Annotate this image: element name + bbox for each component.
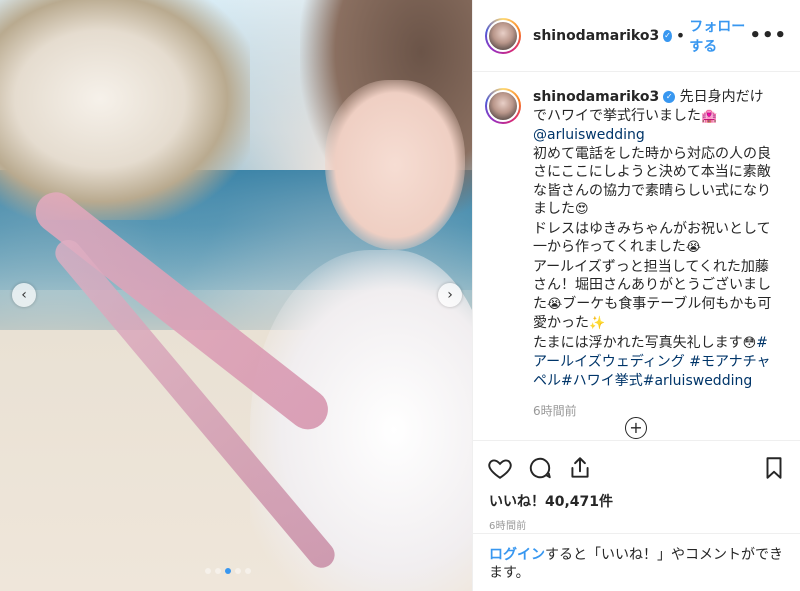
- login-link[interactable]: ログイン: [489, 547, 545, 563]
- chevron-right-icon: ›: [447, 287, 453, 303]
- more-options-icon[interactable]: •••: [749, 25, 787, 46]
- post-photo[interactable]: ‹ ›: [0, 0, 472, 591]
- carousel-dot-active: [225, 568, 231, 574]
- post-timestamp[interactable]: 6時間前: [473, 511, 800, 532]
- carousel-prev-button[interactable]: ‹: [12, 283, 36, 307]
- carousel-dot: [215, 568, 221, 574]
- username-link[interactable]: shinodamariko3: [533, 28, 659, 44]
- photo-face-region: [325, 80, 465, 250]
- flushed-emoji-icon: 😳: [742, 335, 757, 351]
- caption-line: 初めて電話をした時から対応の人の良さにここにしようと決めて本当に素敵な皆さんの協…: [533, 145, 771, 218]
- crying-emoji-icon: 😭: [547, 296, 563, 312]
- post-side-panel: shinodamariko3 ✓ • フォローする ••• shinodamar…: [472, 0, 800, 591]
- avatar[interactable]: [485, 17, 521, 54]
- carousel-dots: [205, 568, 251, 574]
- caption-line: ブーケも食事テーブル何もかも可愛かった: [533, 295, 772, 332]
- carousel-dot: [245, 568, 251, 574]
- follow-button[interactable]: フォローする: [689, 16, 749, 56]
- love-hotel-emoji-icon: 🏩: [701, 108, 718, 124]
- chevron-left-icon: ‹: [21, 287, 27, 303]
- caption-text: shinodamariko3 ✓ 先日身内だけでハワイで挙式行いました🏩 @arl…: [533, 88, 773, 421]
- post-actions-section: いいね！40,471件 6時間前: [473, 440, 800, 532]
- bookmark-icon[interactable]: [761, 455, 787, 481]
- login-prompt: ログインすると「いいね！」やコメントができます。: [473, 533, 800, 591]
- share-icon[interactable]: [567, 455, 593, 481]
- crying-emoji-icon: 😭: [685, 240, 702, 255]
- instagram-post-modal: ‹ › shinodamariko3 ✓ • フォローする ••• shinod…: [0, 0, 800, 591]
- likes-count[interactable]: いいね！40,471件: [473, 485, 800, 511]
- plus-circle-icon: +: [629, 418, 643, 437]
- carousel-next-button[interactable]: ›: [438, 283, 462, 307]
- heart-icon[interactable]: [487, 455, 513, 481]
- carousel-dot: [205, 568, 211, 574]
- caption-line: たまには浮かれた写真失礼します: [533, 334, 743, 351]
- caption-avatar[interactable]: [485, 88, 521, 124]
- mention-link[interactable]: @arluiswedding: [533, 127, 645, 143]
- caption-line: ドレスはゆきみちゃんがお祝いとして一から作ってくれました: [533, 220, 771, 256]
- caption-time-ago: 6時間前: [533, 404, 577, 418]
- load-more-comments-button[interactable]: +: [625, 417, 647, 439]
- action-bar: [473, 441, 800, 485]
- separator-dot: •: [675, 26, 686, 45]
- sparkle-emoji-icon: ✨: [589, 316, 606, 331]
- photo-dress-region: [250, 250, 472, 591]
- post-caption: shinodamariko3 ✓ 先日身内だけでハワイで挙式行いました🏩 @arl…: [485, 88, 789, 421]
- heart-eyes-emoji-icon: 😍: [575, 202, 589, 217]
- post-header: shinodamariko3 ✓ • フォローする •••: [473, 0, 800, 72]
- carousel-dot: [235, 568, 241, 574]
- caption-username-link[interactable]: shinodamariko3: [533, 89, 659, 105]
- comment-icon[interactable]: [527, 455, 553, 481]
- verified-badge-icon: ✓: [663, 29, 672, 42]
- verified-badge-icon: ✓: [663, 91, 676, 103]
- photo-bouquet-region: [0, 0, 250, 220]
